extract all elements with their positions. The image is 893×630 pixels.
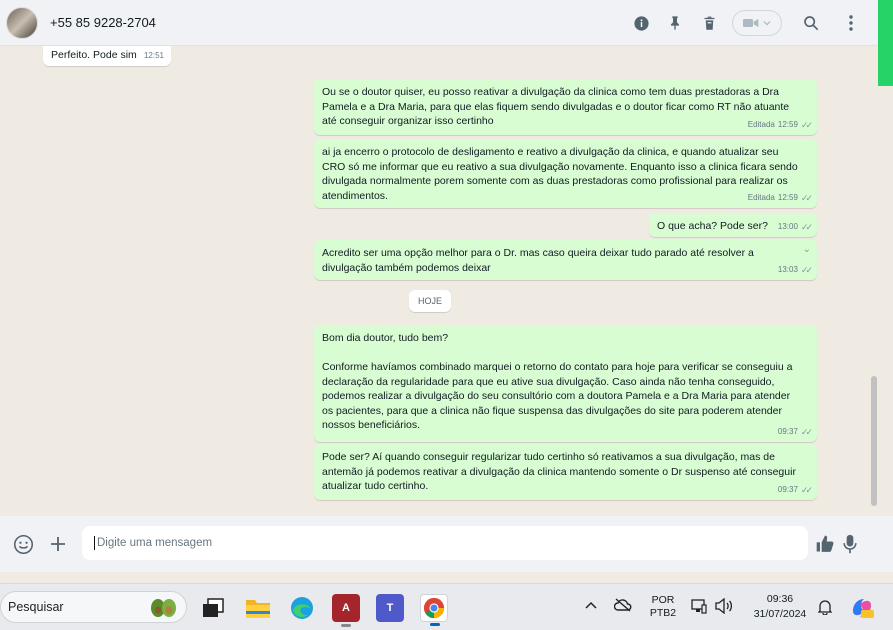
chat-header: +55 85 9228-2704 [0, 0, 878, 46]
message-time: 09:37 [777, 484, 798, 494]
teams-icon[interactable]: T [376, 594, 404, 622]
message-input[interactable]: Digite uma mensagem [82, 526, 808, 560]
message-text: Acredito ser uma opção melhor para o Dr.… [322, 247, 754, 274]
window-accent-strip [878, 0, 893, 86]
read-ticks-icon: ✓✓ [800, 484, 813, 495]
thumbs-up-icon[interactable] [813, 532, 837, 556]
header-actions [618, 0, 862, 46]
message-text: Perfeito. Pode sim [51, 49, 137, 61]
info-icon[interactable] [630, 12, 652, 34]
message-time: 13:00 [777, 221, 798, 231]
chevron-down-icon[interactable]: ⌄ [803, 243, 811, 258]
read-ticks-icon: ✓✓ [800, 221, 813, 232]
copilot-icon[interactable] [850, 597, 874, 622]
video-call-icon [743, 19, 759, 27]
message-bubble[interactable]: ai ja encerro o protocolo de desligament… [314, 139, 817, 208]
message-bubble[interactable]: Acredito ser uma opção melhor para o Dr.… [314, 240, 817, 280]
message-text: ai ja encerro o protocolo de desligament… [322, 146, 798, 202]
menu-icon[interactable] [840, 12, 862, 34]
edited-label: Editada [747, 119, 775, 129]
chevron-up-icon[interactable] [585, 600, 597, 612]
contact-name[interactable]: +55 85 9228-2704 [50, 15, 156, 30]
chat-scrollbar[interactable] [870, 46, 878, 516]
windows-taskbar: Pesquisar A T POR PTB2 09:36 31/07/2024 [0, 583, 893, 630]
edge-icon[interactable] [288, 594, 316, 622]
message-time: 12:51 [143, 50, 164, 60]
notification-bell-icon[interactable] [817, 599, 833, 618]
message-bubble[interactable]: Pode ser? Aí quando conseguir regulariza… [314, 444, 817, 500]
message-time: 12:59 [777, 119, 798, 129]
pin-icon[interactable] [664, 12, 686, 34]
scrollbar-thumb[interactable] [871, 376, 877, 506]
read-ticks-icon: ✓✓ [800, 264, 813, 275]
avocado-icon [148, 596, 178, 621]
message-bubble[interactable]: Bom dia doutor, tudo bem? Conforme havía… [314, 325, 817, 442]
chrome-icon[interactable] [420, 594, 448, 626]
microphone-icon[interactable] [838, 532, 862, 556]
trash-icon[interactable] [698, 12, 720, 34]
read-ticks-icon: ✓✓ [800, 119, 813, 130]
search-icon[interactable] [800, 12, 822, 34]
access-icon[interactable]: A [332, 594, 360, 627]
read-ticks-icon: ✓✓ [800, 192, 813, 203]
video-call-button[interactable] [732, 10, 782, 36]
message-bubble[interactable]: Ou se o doutor quiser, eu posso reativar… [314, 79, 817, 135]
language-indicator[interactable]: POR PTB2 [648, 594, 678, 620]
task-view-icon[interactable] [199, 594, 227, 622]
contact-avatar[interactable] [6, 6, 38, 39]
message-text: Bom dia doutor, tudo bem? Conforme havía… [322, 332, 793, 431]
cloud-offline-icon[interactable] [613, 598, 632, 615]
message-text: Pode ser? Aí quando conseguir regulariza… [322, 451, 796, 492]
message-time: 12:59 [777, 192, 798, 202]
message-time: 09:37 [777, 426, 798, 436]
file-explorer-icon[interactable] [244, 594, 272, 622]
message-bubble[interactable]: Perfeito. Pode sim 12:51 [43, 46, 171, 66]
message-bubble[interactable]: O que acha? Pode ser? 13:00 ✓✓ [649, 213, 817, 237]
message-text: Ou se o doutor quiser, eu posso reativar… [322, 86, 790, 127]
clock-date: 31/07/2024 [753, 608, 807, 620]
lang-code: POR [651, 594, 675, 606]
taskbar-search[interactable]: Pesquisar [0, 591, 187, 623]
message-time: 13:03 [777, 264, 798, 274]
clock-time: 09:36 [766, 593, 794, 605]
edited-label: Editada [747, 192, 775, 202]
compose-bar: Digite uma mensagem [0, 516, 893, 572]
message-list[interactable]: Perfeito. Pode sim 12:51 Ou se o doutor … [0, 46, 878, 516]
day-separator: HOJE [409, 290, 451, 312]
volume-icon[interactable] [715, 597, 733, 617]
message-text: O que acha? Pode ser? [657, 220, 768, 232]
emoji-icon[interactable] [11, 532, 35, 556]
network-icon[interactable] [691, 598, 707, 617]
system-clock[interactable]: 09:36 31/07/2024 [748, 592, 812, 622]
plus-icon[interactable] [46, 532, 70, 556]
search-label: Pesquisar [8, 600, 64, 614]
keyboard-layout: PTB2 [649, 607, 677, 619]
chevron-down-icon [763, 20, 771, 26]
read-ticks-icon: ✓✓ [800, 426, 813, 437]
